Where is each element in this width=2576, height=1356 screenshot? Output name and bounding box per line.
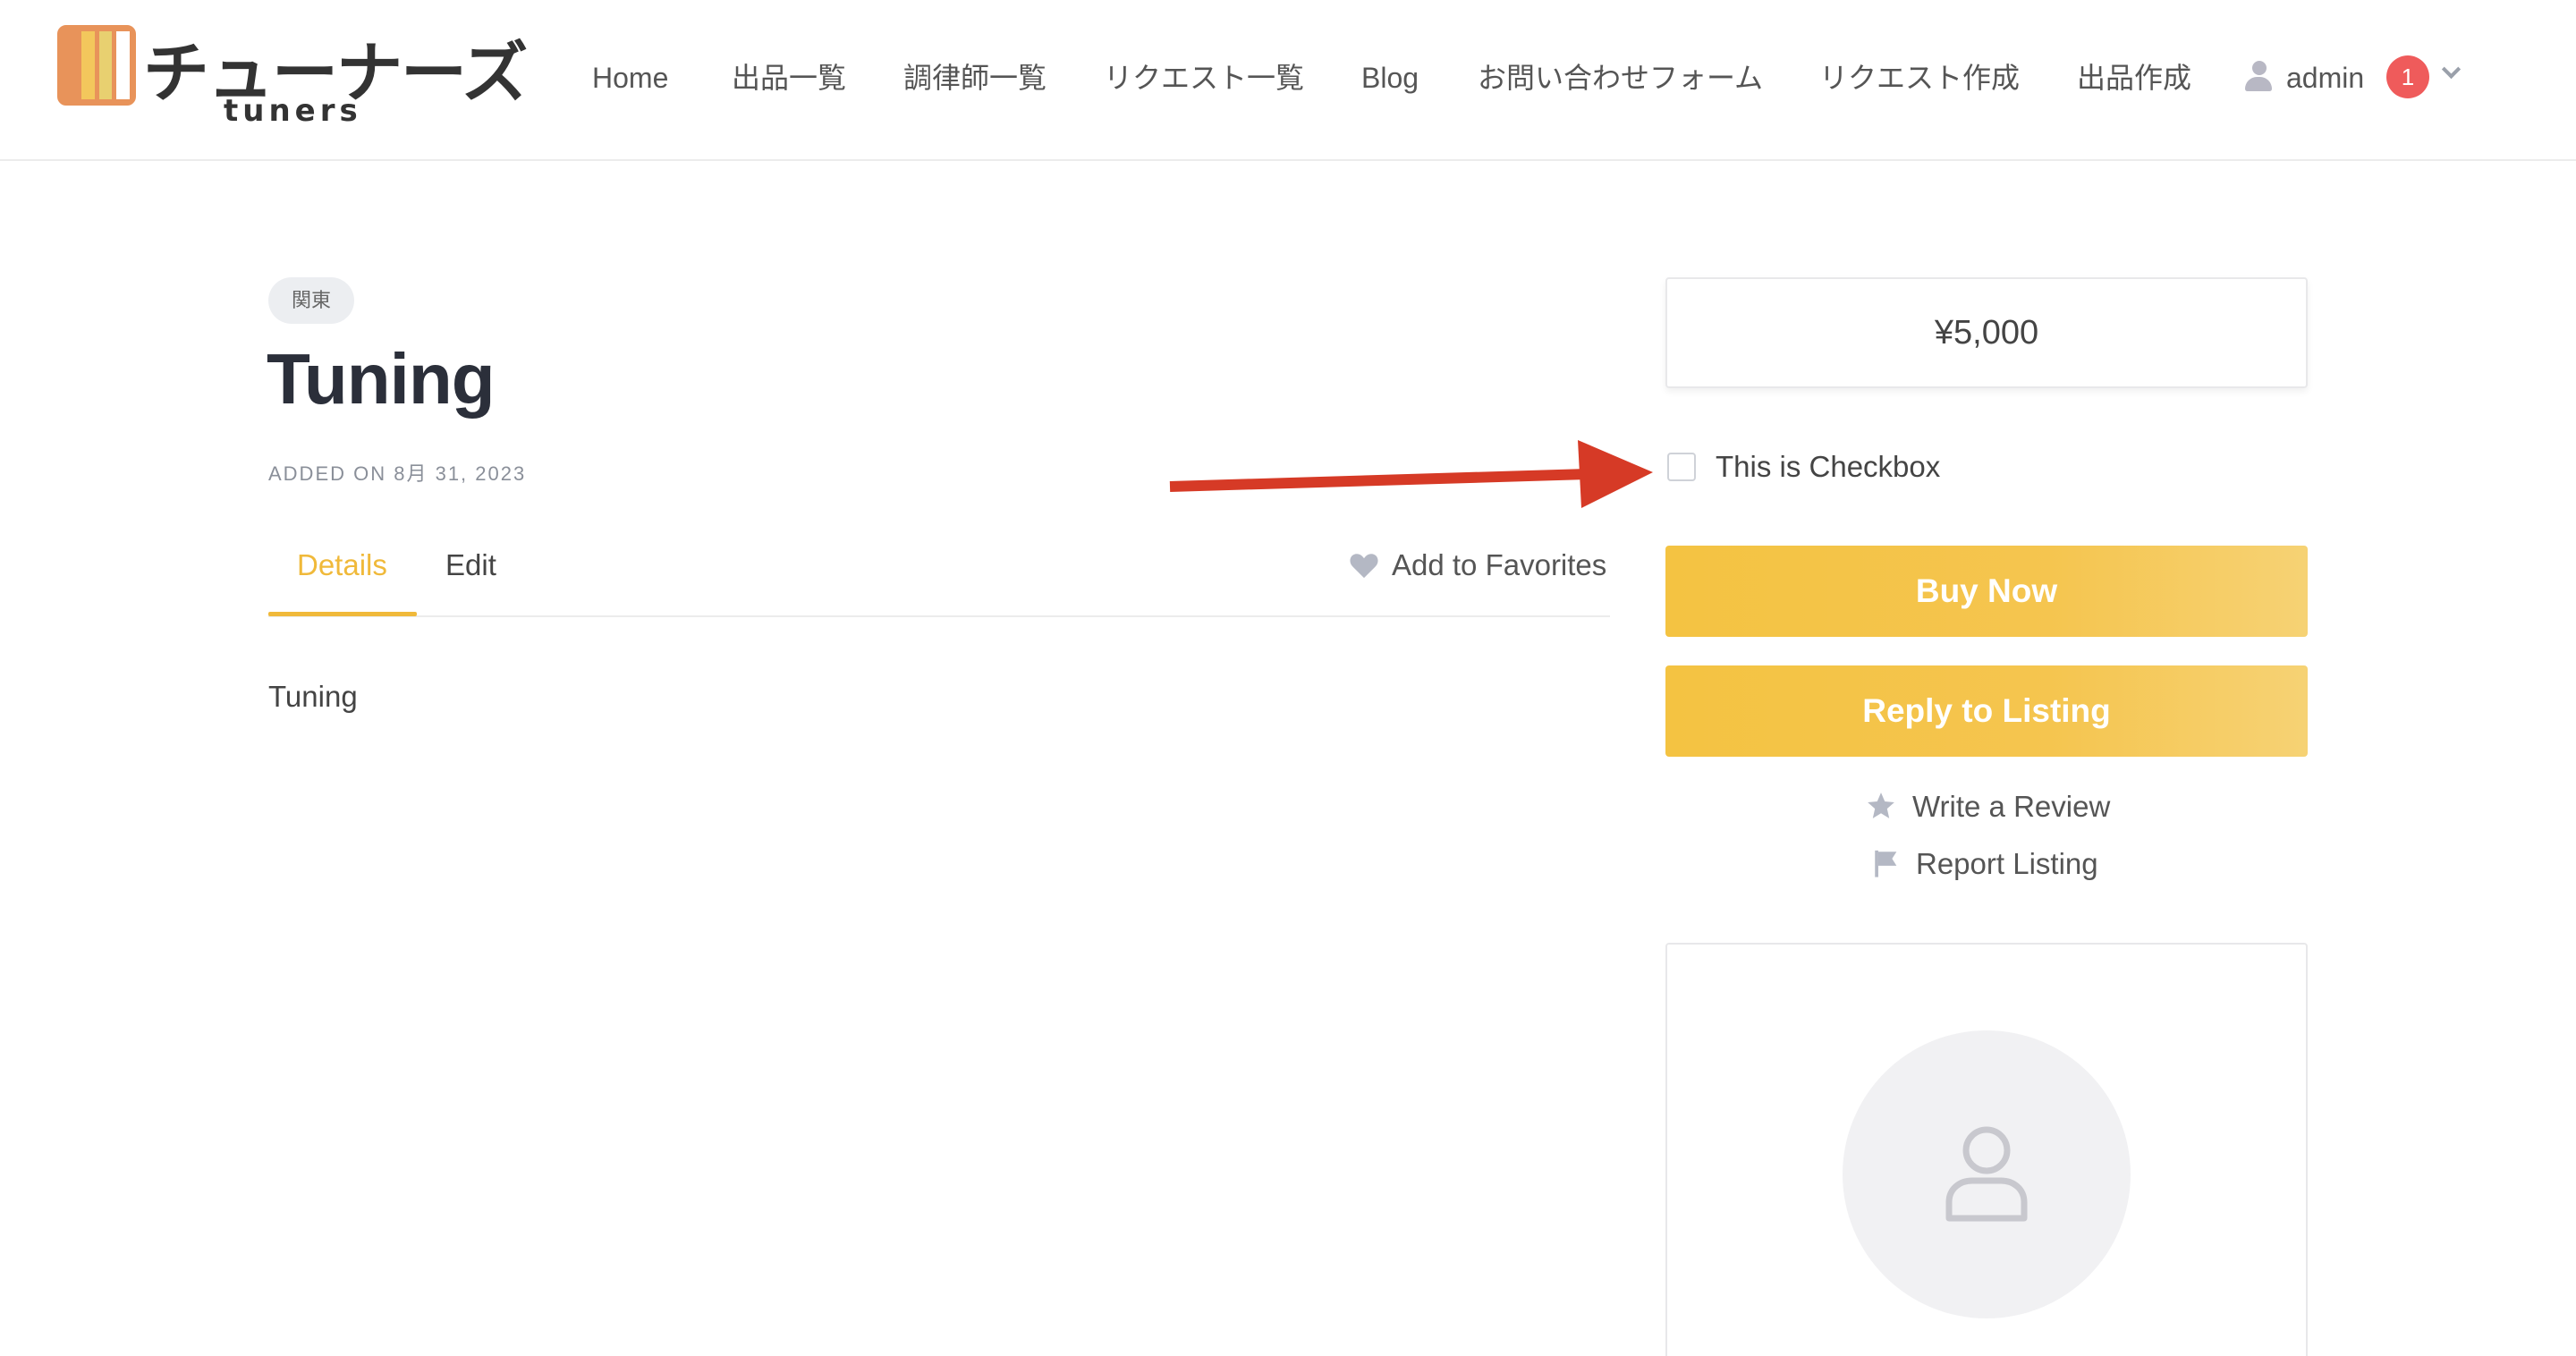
chevron-down-icon[interactable] [2442, 63, 2460, 81]
user-placeholder-icon [1945, 1126, 2028, 1222]
nav-requests[interactable]: リクエスト一覧 [1104, 55, 1304, 100]
report-listing-link[interactable]: Report Listing [1916, 843, 2098, 886]
logo-text-en: tuners [224, 93, 362, 129]
add-to-favorites-label: Add to Favorites [1392, 548, 1607, 581]
nav-create-listing[interactable]: 出品作成 [2077, 55, 2191, 100]
price-display: ¥5,000 [1665, 277, 2308, 388]
notification-badge[interactable]: 1 [2386, 55, 2429, 98]
listing-title: Tuning [267, 339, 496, 419]
tab-edit[interactable]: Edit [445, 544, 496, 587]
site-header: チューナーズ tuners Home 出品一覧 調律師一覧 リクエスト一覧 Bl… [0, 0, 2576, 161]
nav-home[interactable]: Home [592, 55, 668, 100]
write-review-link[interactable]: Write a Review [1912, 785, 2110, 828]
custom-checkbox[interactable] [1667, 453, 1696, 481]
piano-logo-icon [57, 25, 136, 106]
heart-icon [1350, 554, 1378, 579]
reply-to-listing-button[interactable]: Reply to Listing [1665, 665, 2308, 757]
nav-create-request[interactable]: リクエスト作成 [1819, 55, 2020, 100]
site-logo[interactable]: チューナーズ tuners [55, 21, 528, 134]
star-icon [1868, 792, 1894, 818]
nav-contact[interactable]: お問い合わせフォーム [1478, 55, 1763, 100]
active-tab-indicator [268, 612, 417, 616]
added-on-date: ADDED ON 8月 31, 2023 [268, 462, 527, 485]
nav-listings[interactable]: 出品一覧 [732, 55, 846, 100]
avatar[interactable] [1843, 1030, 2131, 1318]
listing-description: Tuning [268, 680, 358, 713]
red-arrow-annotation-icon [1169, 440, 1653, 508]
flag-icon [1875, 850, 1897, 877]
nav-tuners[interactable]: 調律師一覧 [903, 55, 1046, 100]
nav-blog[interactable]: Blog [1361, 55, 1419, 100]
tabs-divider [268, 615, 1610, 617]
checkbox-label[interactable]: This is Checkbox [1716, 445, 1940, 488]
region-badge[interactable]: 関東 [268, 277, 354, 324]
user-menu-name[interactable]: admin [2286, 55, 2364, 100]
tab-details[interactable]: Details [297, 544, 387, 587]
buy-now-button[interactable]: Buy Now [1665, 546, 2308, 637]
user-icon[interactable] [2245, 61, 2272, 91]
